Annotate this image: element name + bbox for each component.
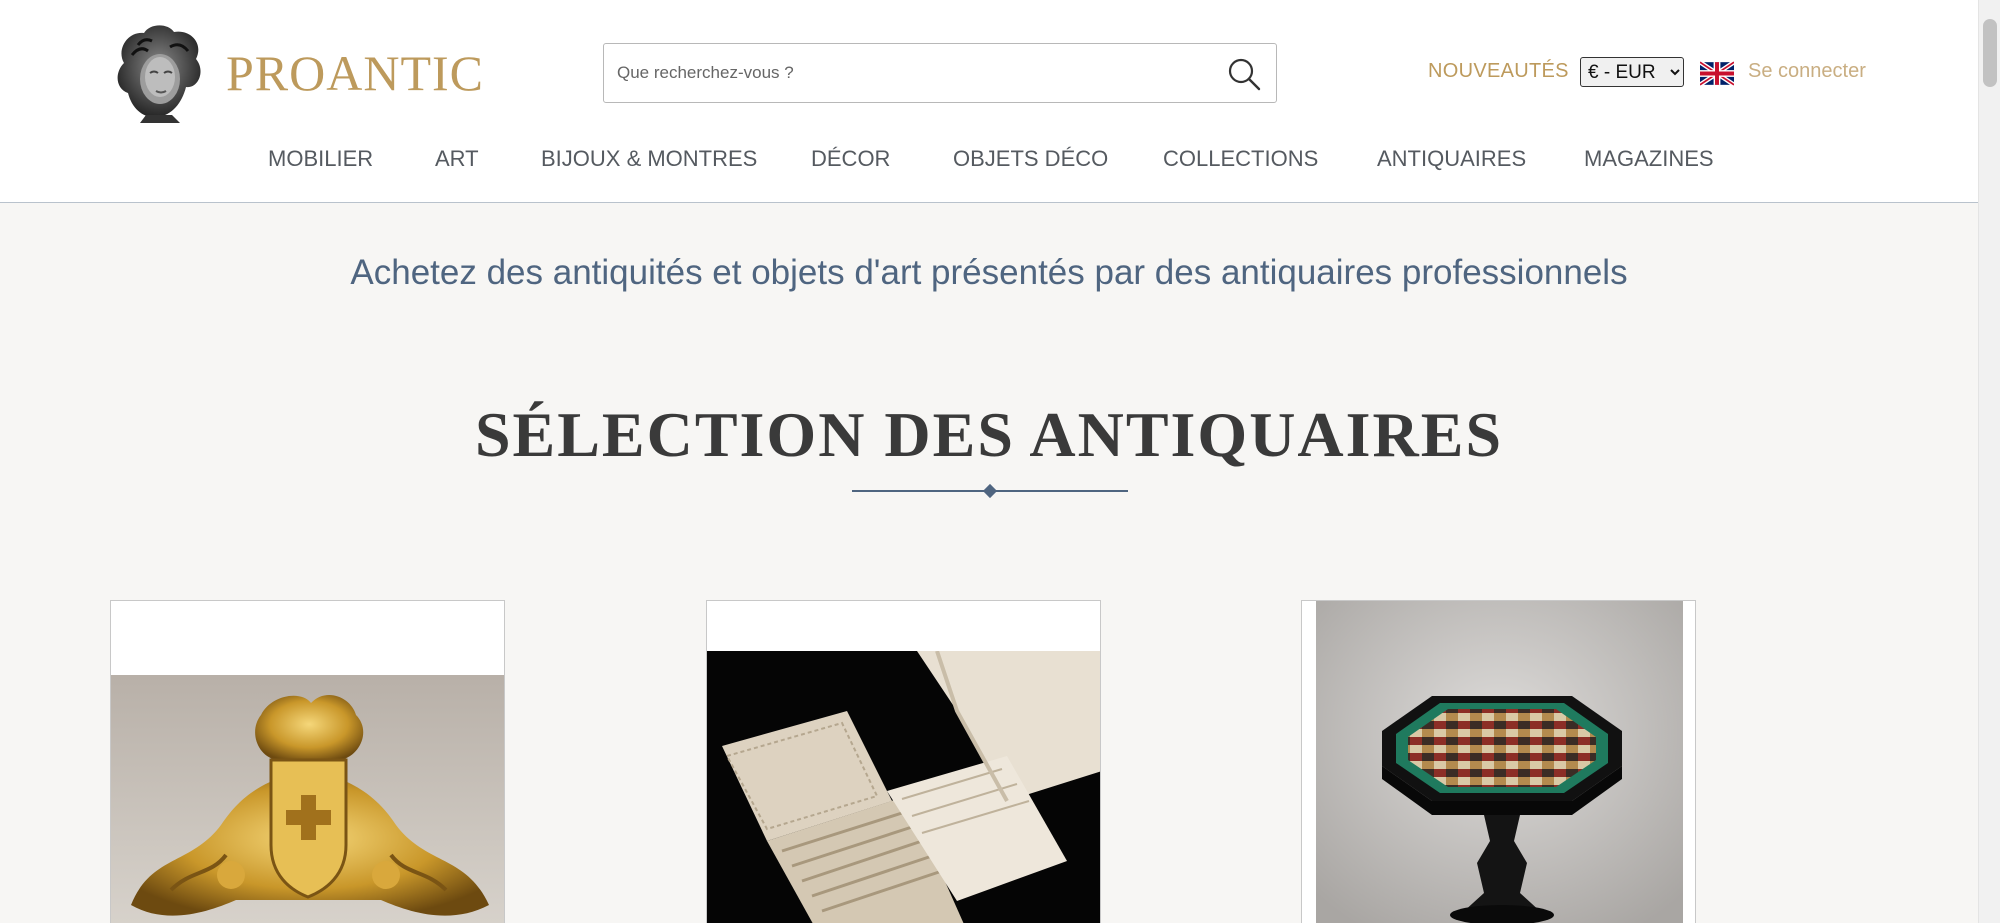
site-header: PROANTIC NOUVEAUTÉS € - EUR Se connecter… xyxy=(0,0,1978,203)
bust-sculpture-icon xyxy=(117,24,201,123)
search-bar xyxy=(603,43,1277,103)
new-arrivals-link[interactable]: NOUVEAUTÉS xyxy=(1428,60,1569,83)
product-card[interactable] xyxy=(706,600,1101,923)
main-nav: MOBILIER ART BIJOUX & MONTRES DÉCOR OBJE… xyxy=(0,146,1978,182)
nav-item-art[interactable]: ART xyxy=(435,146,479,172)
product-image-gilded-carving xyxy=(111,675,504,923)
product-image-lace-linens xyxy=(707,651,1100,923)
brand-name: PROANTIC xyxy=(226,44,485,101)
product-card[interactable] xyxy=(110,600,505,923)
section-title: SÉLECTION DES ANTIQUAIRES xyxy=(474,399,1504,470)
search-icon[interactable] xyxy=(1226,56,1262,92)
page-tagline: Achetez des antiquités et objets d'art p… xyxy=(350,253,1628,292)
product-image-pietra-dura-table xyxy=(1302,601,1695,923)
currency-select[interactable]: € - EUR xyxy=(1580,57,1684,87)
scrollbar-thumb[interactable] xyxy=(1983,19,1997,87)
nav-item-decor[interactable]: DÉCOR xyxy=(811,146,890,172)
title-divider-ornament xyxy=(982,483,998,499)
nav-item-magazines[interactable]: MAGAZINES xyxy=(1584,146,1714,172)
page-scrollbar[interactable] xyxy=(1978,0,2000,923)
search-input[interactable] xyxy=(604,44,1204,102)
site-logo[interactable]: PROANTIC xyxy=(110,20,484,125)
nav-item-mobilier[interactable]: MOBILIER xyxy=(268,146,373,172)
nav-item-collections[interactable]: COLLECTIONS xyxy=(1163,146,1318,172)
uk-flag-icon[interactable] xyxy=(1700,61,1734,86)
nav-item-bijoux-montres[interactable]: BIJOUX & MONTRES xyxy=(541,146,757,172)
nav-item-antiquaires[interactable]: ANTIQUAIRES xyxy=(1377,146,1526,172)
product-card[interactable] xyxy=(1301,600,1696,923)
nav-item-objets-deco[interactable]: OBJETS DÉCO xyxy=(953,146,1108,172)
login-link[interactable]: Se connecter xyxy=(1748,60,1866,83)
